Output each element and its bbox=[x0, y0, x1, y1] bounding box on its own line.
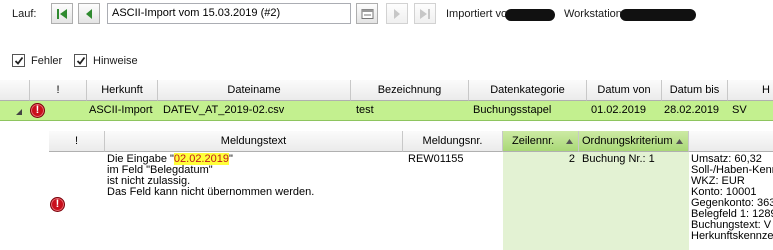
cell-message-number: REW01155 bbox=[408, 153, 464, 165]
previous-record-icon bbox=[86, 8, 92, 19]
run-toolbar: Lauf: ASCII-Import vom 15.03.2019 (#2) I… bbox=[0, 0, 773, 30]
collapse-triangle-icon[interactable] bbox=[15, 108, 23, 116]
cell-order: Buchung Nr.: 1 bbox=[582, 153, 655, 165]
hints-checkbox-label: Hinweise bbox=[93, 55, 138, 67]
error-icon: ! bbox=[30, 103, 45, 118]
cell-source: ASCII-Import bbox=[89, 104, 153, 116]
column-header-message-number[interactable]: Meldungsnr. bbox=[403, 131, 503, 152]
last-record-button[interactable] bbox=[414, 3, 436, 24]
hints-checkbox[interactable] bbox=[74, 54, 87, 67]
column-header-category[interactable]: Datenkategorie bbox=[469, 80, 587, 101]
next-record-icon bbox=[394, 8, 400, 19]
workstation-label: Workstation: bbox=[564, 8, 625, 20]
checkmark-icon bbox=[76, 56, 86, 65]
column-header-expander bbox=[0, 80, 30, 101]
column-header-order-label: Ordnungskriterium bbox=[582, 135, 673, 147]
error-icon: ! bbox=[50, 197, 65, 212]
last-record-icon bbox=[420, 8, 430, 19]
next-record-button[interactable] bbox=[386, 3, 408, 24]
column-header-flag[interactable]: ! bbox=[30, 80, 87, 101]
cell-date-to: 28.02.2019 bbox=[664, 104, 720, 116]
redacted-workstation bbox=[620, 9, 696, 21]
details-list: Umsatz: 60,32 Soll-/Haben-Kenn WKZ: EUR … bbox=[691, 154, 773, 242]
run-select-value: ASCII-Import vom 15.03.2019 (#2) bbox=[112, 7, 281, 19]
cell-filename: DATEV_AT_2019-02.csv bbox=[163, 104, 285, 116]
column-header-source[interactable]: Herkunft bbox=[87, 80, 158, 101]
column-header-order[interactable]: Ordnungskriterium bbox=[579, 131, 689, 152]
redacted-user bbox=[505, 9, 555, 21]
detail-line: Herkunftskennze bbox=[691, 230, 773, 242]
column-header-details bbox=[689, 131, 773, 152]
cell-line-number: 2 bbox=[568, 153, 575, 165]
cell-more: SV bbox=[732, 104, 747, 116]
checkmark-icon bbox=[14, 56, 24, 65]
column-header-line[interactable]: Zeilennr. bbox=[503, 131, 579, 152]
run-label: Lauf: bbox=[12, 8, 37, 20]
filter-bar: Fehler Hinweise bbox=[0, 52, 773, 72]
cell-category: Buchungsstapel bbox=[473, 104, 552, 116]
errors-checkbox[interactable] bbox=[12, 54, 25, 67]
previous-record-button[interactable] bbox=[78, 3, 100, 24]
calendar-button[interactable] bbox=[356, 3, 378, 24]
table-row[interactable]: ! ASCII-Import DATEV_AT_2019-02.csv test… bbox=[0, 101, 773, 121]
column-header-description[interactable]: Bezeichnung bbox=[351, 80, 469, 101]
first-record-button[interactable] bbox=[51, 3, 73, 24]
sort-ascending-icon bbox=[566, 139, 573, 144]
calendar-icon bbox=[361, 8, 373, 19]
cell-description: test bbox=[356, 104, 374, 116]
column-header-line-label: Zeilennr. bbox=[512, 135, 555, 147]
column-header-more[interactable]: H bbox=[728, 80, 773, 101]
sorted-column-order bbox=[579, 152, 689, 250]
column-header-date-to[interactable]: Datum bis bbox=[662, 80, 728, 101]
sort-ascending-icon bbox=[676, 139, 683, 144]
message-text-line-4: Das Feld kann nicht übernommen werden. bbox=[107, 186, 315, 198]
messages-grid: ! Meldungstext Meldungsnr. Zeilennr. Ord… bbox=[49, 131, 773, 250]
first-record-icon bbox=[57, 8, 67, 19]
column-header-message-text[interactable]: Meldungstext bbox=[105, 131, 403, 152]
errors-checkbox-label: Fehler bbox=[31, 55, 63, 67]
cell-date-from: 01.02.2019 bbox=[591, 104, 647, 116]
sorted-column-line bbox=[503, 152, 579, 250]
column-header-flag[interactable]: ! bbox=[49, 131, 105, 152]
run-select[interactable]: ASCII-Import vom 15.03.2019 (#2) bbox=[107, 3, 351, 24]
column-header-date-from[interactable]: Datum von bbox=[587, 80, 662, 101]
column-header-filename[interactable]: Dateiname bbox=[158, 80, 351, 101]
